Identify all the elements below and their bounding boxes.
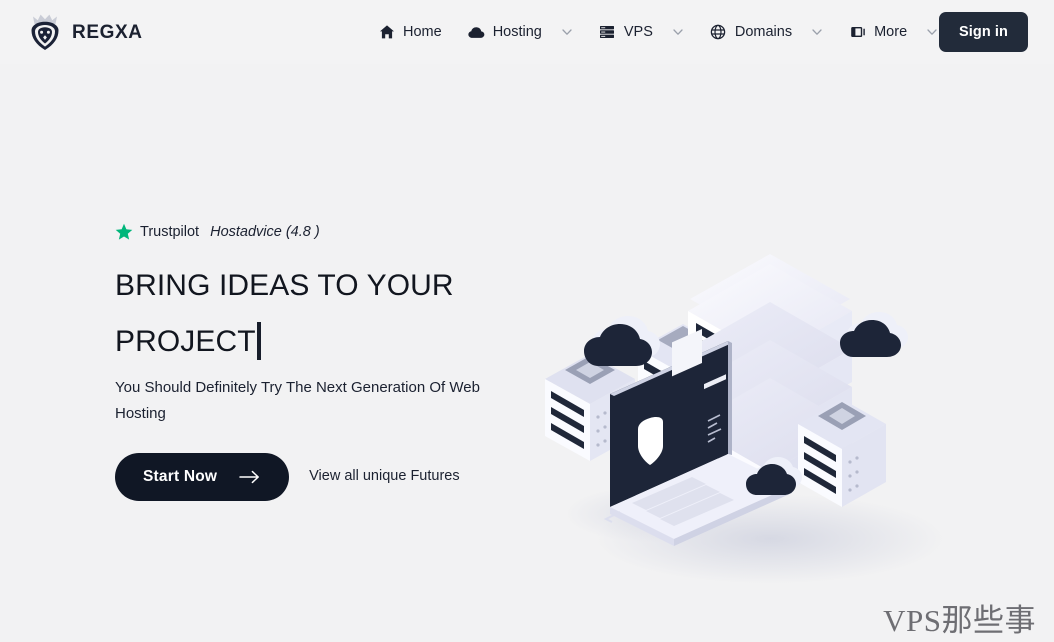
typing-cursor [256, 321, 261, 360]
hero-copy: Trustpilot Hostadvice (4.8 ) BRING IDEAS… [115, 222, 535, 501]
nav-item-home[interactable]: Home [378, 0, 455, 64]
rating-row: Trustpilot Hostadvice (4.8 ) [115, 222, 535, 242]
nav-item-vps[interactable]: VPS [586, 0, 697, 64]
main-navigation: Home Hosting VPS Domains More [378, 0, 951, 64]
brand-logo[interactable]: REGXA [28, 13, 143, 51]
chevron-down-icon[interactable] [926, 26, 938, 38]
site-header: REGXA Home Hosting VPS Domains More Sign… [0, 0, 1054, 64]
nav-item-more[interactable]: More [836, 0, 951, 64]
cta-row: Start Now View all unique Futures [115, 452, 535, 501]
brand-name: REGXA [72, 21, 143, 43]
page-title: BRING IDEAS TO YOUR PROJECT [115, 258, 455, 369]
rating-hostadvice-label: Hostadvice (4.8 ) [210, 223, 320, 240]
nav-label: More [874, 23, 908, 40]
hero-illustration [520, 239, 970, 589]
server-icon [599, 24, 616, 41]
chevron-down-icon[interactable] [672, 26, 684, 38]
watermark: VPS那些事 [883, 602, 1036, 638]
start-now-label: Start Now [143, 467, 218, 485]
cloud-left [584, 316, 660, 366]
headline-text: BRING IDEAS TO YOUR PROJECT [115, 269, 454, 358]
sign-in-button[interactable]: Sign in [938, 12, 1028, 52]
nav-item-hosting[interactable]: Hosting [455, 0, 586, 64]
chevron-down-icon[interactable] [811, 26, 823, 38]
view-all-futures-link[interactable]: View all unique Futures [309, 469, 459, 484]
nav-item-domains[interactable]: Domains [697, 0, 836, 64]
hero-subtitle: You Should Definitely Try The Next Gener… [115, 379, 480, 422]
home-icon [378, 24, 395, 41]
nav-label: Domains [734, 23, 793, 40]
nav-label: Hosting [492, 23, 542, 40]
nav-label: Home [403, 23, 442, 40]
cloud-icon [468, 24, 485, 41]
rating-trustpilot-label: Trustpilot [140, 223, 200, 240]
arrow-right-icon [239, 470, 261, 484]
lion-crown-icon [28, 13, 62, 51]
start-now-button[interactable]: Start Now [115, 452, 290, 501]
globe-icon [710, 24, 727, 41]
chevron-down-icon[interactable] [561, 26, 573, 38]
nav-label: VPS [623, 23, 653, 40]
hero-section: Trustpilot Hostadvice (4.8 ) BRING IDEAS… [0, 64, 1054, 642]
star-icon [115, 223, 133, 241]
panel-icon [849, 24, 866, 41]
